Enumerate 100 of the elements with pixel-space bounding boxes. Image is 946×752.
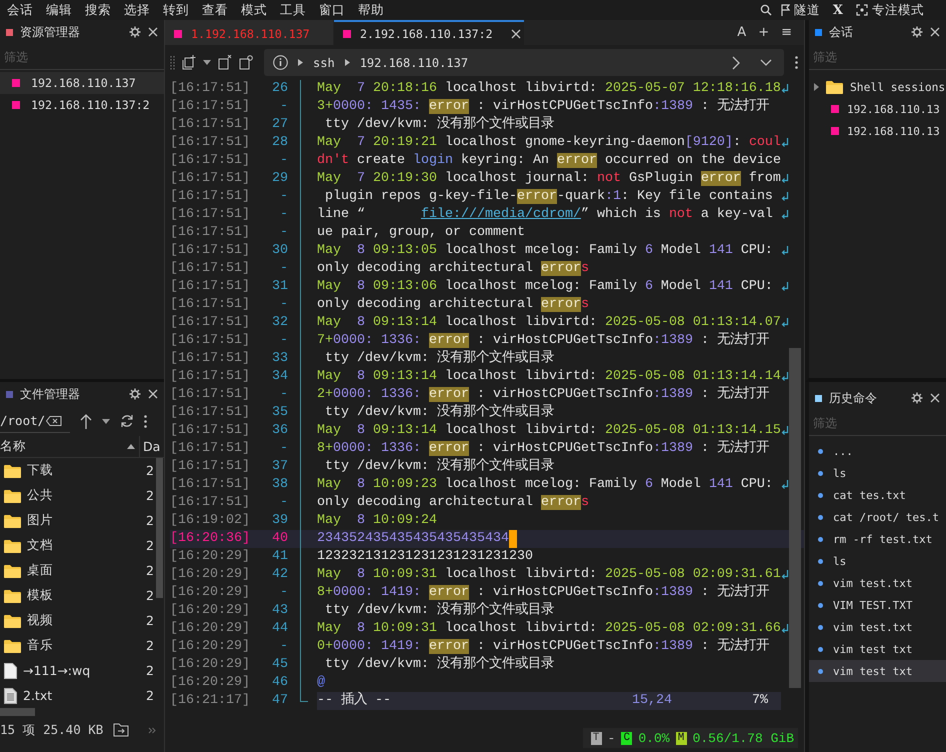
terminal-line: May 7 20:18:16 localhost libvirtd: 2025-05-07 12:18:16.18 [317,80,781,98]
terminal-line: tty /dev/kvm: 没有那个文件或目录 [324,116,554,134]
file-link[interactable]: file:///media/cdrom/ [420,207,581,222]
file-row[interactable]: 模板 [0,587,146,604]
cpu-badge: C [621,732,632,744]
breadcrumb-item[interactable]: ssh [313,56,335,70]
session-group[interactable]: Shell sessions [809,76,946,98]
timestamp: [16:17:51] [170,170,251,188]
date-cell: 2 [146,463,154,478]
filter-field[interactable]: 筛选 [809,410,946,436]
x-button[interactable]: X [828,2,847,18]
column-header[interactable]: 名称 [0,438,26,455]
line-number: 46 [271,674,288,692]
file-row[interactable]: 公共 [0,487,146,504]
terminal-badge: T [590,732,602,744]
date-cell: 2 [146,588,154,603]
line-number: 29 [271,170,288,188]
timestamp: [16:17:51] [170,476,251,494]
menu-item[interactable]: 选择 [124,2,150,18]
menu-item[interactable]: 工具 [280,2,306,18]
timestamp: [16:17:51] [170,458,251,476]
file-row[interactable]: 2.txt [0,688,146,704]
menu-item[interactable]: 编辑 [46,2,72,18]
menu-item[interactable]: 会话 [7,2,33,18]
session-item[interactable]: 192.168.110.13 [809,98,946,120]
line-number: 37 [271,458,288,476]
breadcrumb-item[interactable]: 192.168.110.137 [360,56,468,70]
terminal-line: 234352435435435435435434 [317,530,509,548]
menu-item[interactable]: 窗口 [319,2,345,18]
terminal-line: May 8 09:13:14 localhost libvirtd: 2025-05-08 01:13:14.15 [317,422,781,440]
history-item[interactable]: vim test txt [809,660,946,682]
column-header[interactable]: Da [140,439,164,454]
line-number: - [279,260,288,278]
menu-item[interactable]: 搜索 [85,2,111,18]
panel-title: 历史命令 [829,390,877,406]
terminal-line: 2+0000: 1336: error : virHostCPUGetTscInfo:1389 : 无法打开 [317,386,769,404]
timestamp: [16:19:02] [170,512,251,530]
history-item[interactable]: rm -rf test.txt [809,528,946,550]
history-item[interactable]: ... [809,440,946,462]
line-number: - [279,494,288,512]
terminal-line: May 8 10:09:24 [317,512,437,530]
vim-mode: -- 插入 -- [317,692,392,710]
terminal-tab[interactable]: 2.192.168.110.137:2 [334,20,524,45]
file-row[interactable]: 桌面 [0,562,146,579]
history-item[interactable]: vim test.txt [809,616,946,638]
history-item[interactable]: vim test txt [809,638,946,660]
panel-title: 资源管理器 [20,24,80,40]
filter-field[interactable]: 筛选 [809,44,946,70]
focus-mode-button[interactable]: 专注模式 [856,2,924,18]
line-number: 31 [271,278,288,296]
timestamp: [16:17:51] [170,188,251,206]
history-item[interactable]: ls [809,550,946,572]
terminal-tab[interactable]: 1.192.168.110.137 [165,20,333,45]
menu-item[interactable]: 查看 [202,2,228,18]
timestamp: [16:17:51] [170,494,251,512]
line-number: 35 [271,404,288,422]
line-number: 40 [271,530,288,548]
history-item[interactable]: VIM TEST.TXT [809,594,946,616]
session-item[interactable]: 192.168.110.137:2 [0,94,164,116]
history-item[interactable]: ls [809,462,946,484]
line-number: - [279,296,288,314]
line-number: - [279,638,288,656]
file-row[interactable]: 文档 [0,537,146,554]
tunnel-button[interactable]: 隧道 [780,2,820,18]
terminal-line: May 8 10:09:31 localhost libvirtd: 2025-05-08 02:09:31.61 [317,566,781,584]
file-row[interactable]: 音乐 [0,637,146,654]
menu-item[interactable]: 转到 [163,2,189,18]
terminal-line: May 8 09:13:05 localhost mcelog: Family 6 Model 141 CPU: [317,242,774,260]
date-cell: 2 [146,563,154,578]
file-row[interactable]: 视频 [0,612,146,629]
terminal-line: 0+0000: 1419: error : virHostCPUGetTscInfo:1389 : 无法打开 [317,638,769,656]
history-item[interactable]: cat /root/ tes.t [809,506,946,528]
timestamp: [16:17:51] [170,404,251,422]
line-number: 42 [271,566,288,584]
line-number: 45 [271,656,288,674]
path-field[interactable]: /root/ [0,413,46,428]
line-number: - [279,152,288,170]
session-item[interactable]: 192.168.110.13 [809,120,946,142]
tab-action-button[interactable]: + [756,25,772,40]
panel-title: 文件管理器 [20,386,80,402]
date-cell: 2 [146,638,154,653]
line-number: - [279,584,288,602]
cursor-position: 15,24 [632,692,673,710]
terminal-line: tty /dev/kvm: 没有那个文件或目录 [324,350,554,368]
line-number: - [279,386,288,404]
file-row[interactable]: →111→:wq [0,662,146,678]
menu-item[interactable]: 模式 [241,2,267,18]
history-item[interactable]: cat tes.txt [809,484,946,506]
file-row[interactable]: 图片 [0,512,146,529]
tab-action-button[interactable]: A [735,25,748,40]
scroll-percent: 7% [752,692,769,710]
session-item[interactable]: 192.168.110.137 [0,72,164,94]
history-item[interactable]: vim test.txt [809,572,946,594]
file-row[interactable]: 下载 [0,462,146,479]
tab-action-button[interactable]: ≡ [779,25,794,40]
filter-field[interactable]: 筛选 [0,44,164,70]
menu-item[interactable]: 帮助 [358,2,384,18]
timestamp: [16:21:17] [170,692,251,710]
timestamp: [16:20:36] [170,530,251,548]
address-bar[interactable]: ssh 192.168.110.137 [264,49,784,76]
